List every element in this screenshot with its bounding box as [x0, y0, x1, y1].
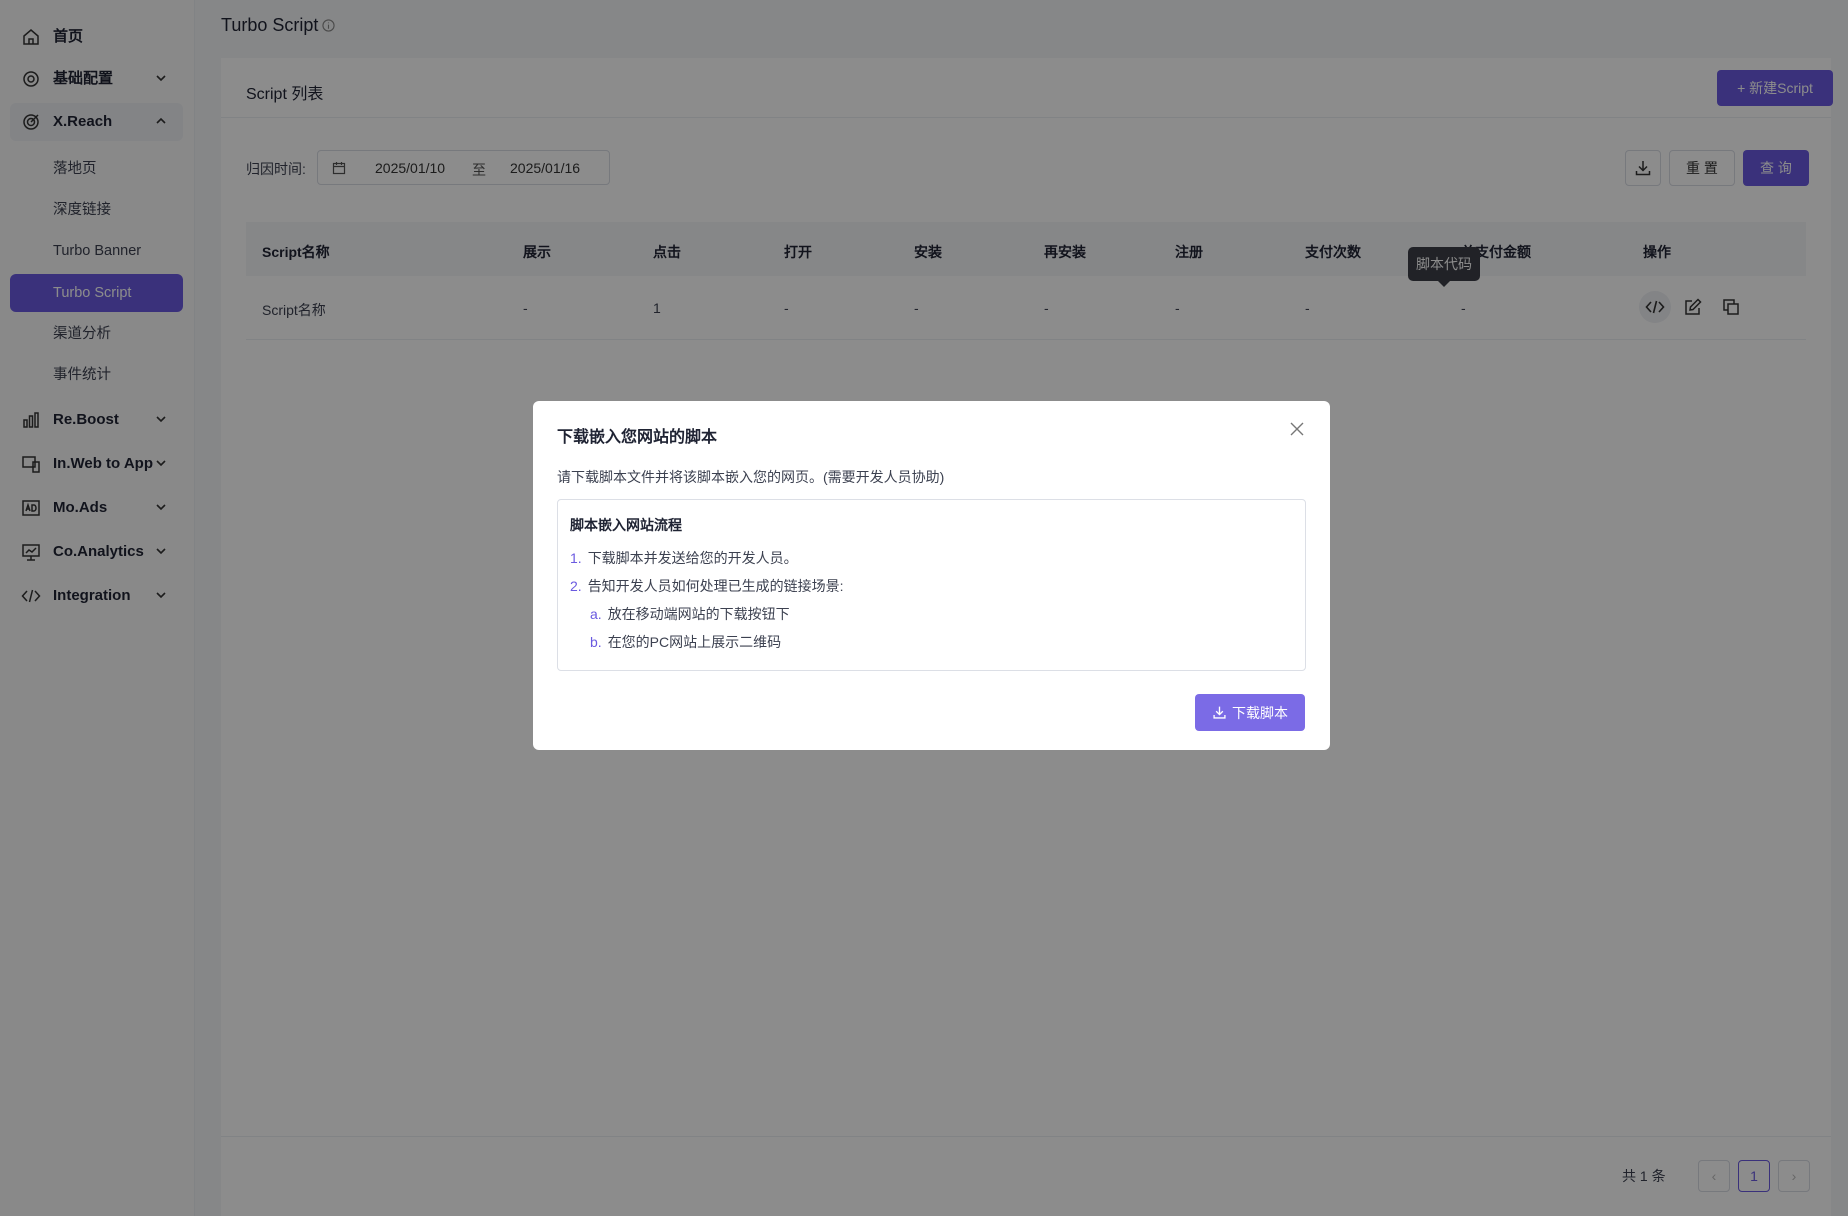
step-item: 2. 告知开发人员如何处理已生成的链接场景:	[570, 576, 844, 596]
step-text: 告知开发人员如何处理已生成的链接场景:	[587, 578, 844, 594]
step-text: 下载脚本并发送给您的开发人员。	[587, 550, 798, 566]
steps-box: 脚本嵌入网站流程 1. 下载脚本并发送给您的开发人员。 2. 告知开发人员如何处理已…	[557, 499, 1306, 671]
step-item: 1. 下载脚本并发送给您的开发人员。	[570, 548, 798, 568]
download-script-label: 下载脚本	[1232, 704, 1288, 721]
step-number: b.	[590, 634, 602, 650]
download-script-modal: 下载嵌入您网站的脚本 请下载脚本文件并将该脚本嵌入您的网页。(需要开发人员协助)…	[533, 401, 1330, 750]
step-subitem: a. 放在移动端网站的下载按钮下	[590, 604, 790, 624]
step-number: 1.	[570, 550, 582, 566]
modal-title: 下载嵌入您网站的脚本	[557, 429, 718, 446]
download-script-button[interactable]: 下载脚本	[1195, 694, 1305, 731]
modal-description: 请下载脚本文件并将该脚本嵌入您的网页。(需要开发人员协助)	[557, 469, 945, 485]
step-number: a.	[590, 606, 602, 622]
step-subitem: b. 在您的PC网站上展示二维码	[590, 632, 781, 652]
close-icon[interactable]	[1289, 421, 1305, 437]
step-text: 放在移动端网站的下载按钮下	[607, 606, 790, 622]
step-text: 在您的PC网站上展示二维码	[607, 634, 782, 650]
step-number: 2.	[570, 578, 582, 594]
download-icon	[1213, 706, 1226, 719]
steps-title: 脚本嵌入网站流程	[570, 517, 682, 533]
